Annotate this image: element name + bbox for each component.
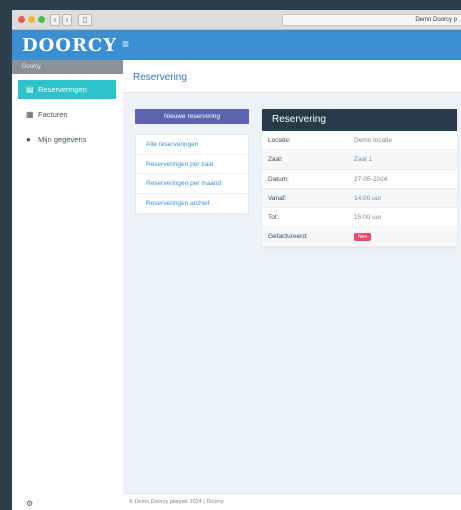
detail-card-title: Reservering [262, 109, 457, 131]
detail-label: Tot: [268, 214, 279, 222]
content-header: Reservering [123, 60, 461, 93]
new-reservation-button[interactable]: Nieuwe reservering [135, 109, 249, 124]
detail-row-room: Zaal: Zaal 1 [262, 150, 457, 170]
top-bar: DOORCY ≡ [12, 30, 461, 60]
detail-label: Zaal: [268, 156, 283, 164]
sidebar-header: Doorcy [12, 60, 123, 74]
detail-value: Demo locatie [354, 137, 392, 144]
reservations-menu: Alle reserveringen Reserveringen per zaa… [135, 134, 249, 214]
status-badge: Nee [354, 233, 372, 242]
footer: © Demo Doorcy planner 2024 | Doorcy [123, 493, 461, 510]
sidebar-item-reserveringen[interactable]: ▤ Reserveringen [18, 80, 116, 99]
detail-label: Vanaf: [268, 194, 287, 202]
detail-value: 14:00 uur [354, 194, 382, 202]
settings-icon[interactable]: ⚙ [26, 499, 33, 508]
maximize-window-button[interactable] [38, 16, 45, 23]
detail-row-invoiced: Gefactureerd: Nee [262, 227, 457, 247]
close-window-button[interactable] [18, 16, 25, 23]
user-icon: ● [26, 135, 31, 144]
page-title: Reservering [133, 72, 187, 83]
menu-item-reservations-archive[interactable]: Reserveringen archief [136, 194, 248, 214]
menu-item-reservations-per-room[interactable]: Reserveringen per zaal [136, 155, 248, 174]
detail-row-date: Datum: 27-05-2024 [262, 170, 457, 189]
sidebar-item-label: Mijn gegevens [38, 135, 87, 144]
hamburger-menu-icon[interactable]: ≡ [122, 37, 129, 51]
menu-item-all-reservations[interactable]: Alle reserveringen [136, 135, 248, 155]
menu-item-reservations-per-month[interactable]: Reserveringen per maand [136, 174, 248, 194]
browser-toolbar: ‹ › ▯ Demo Doorcy p [12, 10, 461, 30]
detail-value: Zaal 1 [354, 156, 373, 164]
detail-row-location: Locatie: Demo locatie [262, 131, 457, 151]
doorcy-logo[interactable]: DOORCY [22, 35, 117, 56]
detail-value: 27-05-2024 [354, 175, 388, 183]
back-button[interactable]: ‹ [50, 14, 60, 26]
sidebar-item-label: Facturen [38, 110, 68, 119]
sidebar: Doorcy ▤ Reserveringen ▦ Facturen ● Mijn… [12, 60, 123, 510]
sidebar-item-mijn-gegevens[interactable]: ● Mijn gegevens [18, 130, 116, 149]
detail-label: Gefactureerd: [268, 233, 308, 241]
sidebar-toggle-icon[interactable]: ▯ [78, 14, 92, 26]
detail-value: 15:00 uur [354, 214, 382, 222]
sidebar-item-facturen[interactable]: ▦ Facturen [18, 105, 116, 124]
forward-button[interactable]: › [62, 14, 72, 26]
reservation-detail-card: Reservering Locatie: Demo locatie Zaal: … [262, 109, 457, 247]
minimize-window-button[interactable] [28, 16, 35, 23]
app-window: DOORCY ≡ Doorcy ▤ Reserveringen ▦ Factur… [12, 30, 461, 510]
detail-label: Datum: [268, 175, 289, 183]
address-bar[interactable]: Demo Doorcy p [282, 14, 461, 26]
detail-label: Locatie: [268, 137, 291, 144]
detail-row-from: Vanaf: 14:00 uur [262, 188, 457, 209]
detail-row-to: Tot: 15:00 uur [262, 208, 457, 228]
sidebar-item-label: Reserveringen [38, 85, 87, 94]
invoice-icon: ▦ [26, 110, 34, 119]
calendar-icon: ▤ [26, 85, 34, 94]
